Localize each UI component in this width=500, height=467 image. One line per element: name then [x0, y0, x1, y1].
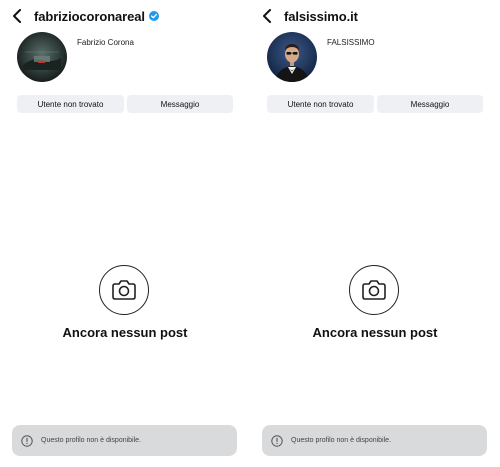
toast-message: Questo profilo non è disponibile. — [41, 437, 142, 444]
user-not-found-button[interactable]: Utente non trovato — [267, 95, 374, 113]
toast-message: Questo profilo non è disponibile. — [291, 437, 392, 444]
profile-username: fabriziocoronareal — [34, 8, 145, 24]
message-button[interactable]: Messaggio — [127, 95, 233, 113]
verified-badge-icon — [148, 11, 159, 21]
camera-icon — [99, 265, 149, 315]
profile-full-name: FALSISSIMO — [327, 38, 375, 47]
message-button[interactable]: Messaggio — [377, 95, 483, 113]
avatar[interactable] — [267, 32, 317, 82]
profile-panel-falsissimo: falsissimo.it FALSISSIMO Utente non trov… — [250, 0, 500, 467]
avatar[interactable] — [17, 32, 67, 82]
profile-full-name: Fabrizio Corona — [77, 38, 134, 47]
profile-unavailable-toast: Questo profilo non è disponibile. — [262, 425, 487, 456]
profile-panel-fabriziocoronareal: fabriziocoronareal Fabrizio Corona Utent… — [0, 0, 250, 467]
back-arrow-icon[interactable] — [260, 8, 274, 24]
profile-header: falsissimo.it — [260, 6, 358, 26]
empty-posts-title: Ancora nessun post — [62, 325, 188, 340]
user-not-found-button[interactable]: Utente non trovato — [17, 95, 124, 113]
info-icon — [271, 434, 283, 447]
profile-unavailable-toast: Questo profilo non è disponibile. — [12, 425, 237, 456]
camera-icon — [349, 265, 399, 315]
back-arrow-icon[interactable] — [10, 8, 24, 24]
profile-header: fabriziocoronareal — [10, 6, 159, 26]
info-icon — [21, 434, 33, 447]
empty-posts-title: Ancora nessun post — [312, 325, 438, 340]
profile-username: falsissimo.it — [284, 8, 358, 24]
